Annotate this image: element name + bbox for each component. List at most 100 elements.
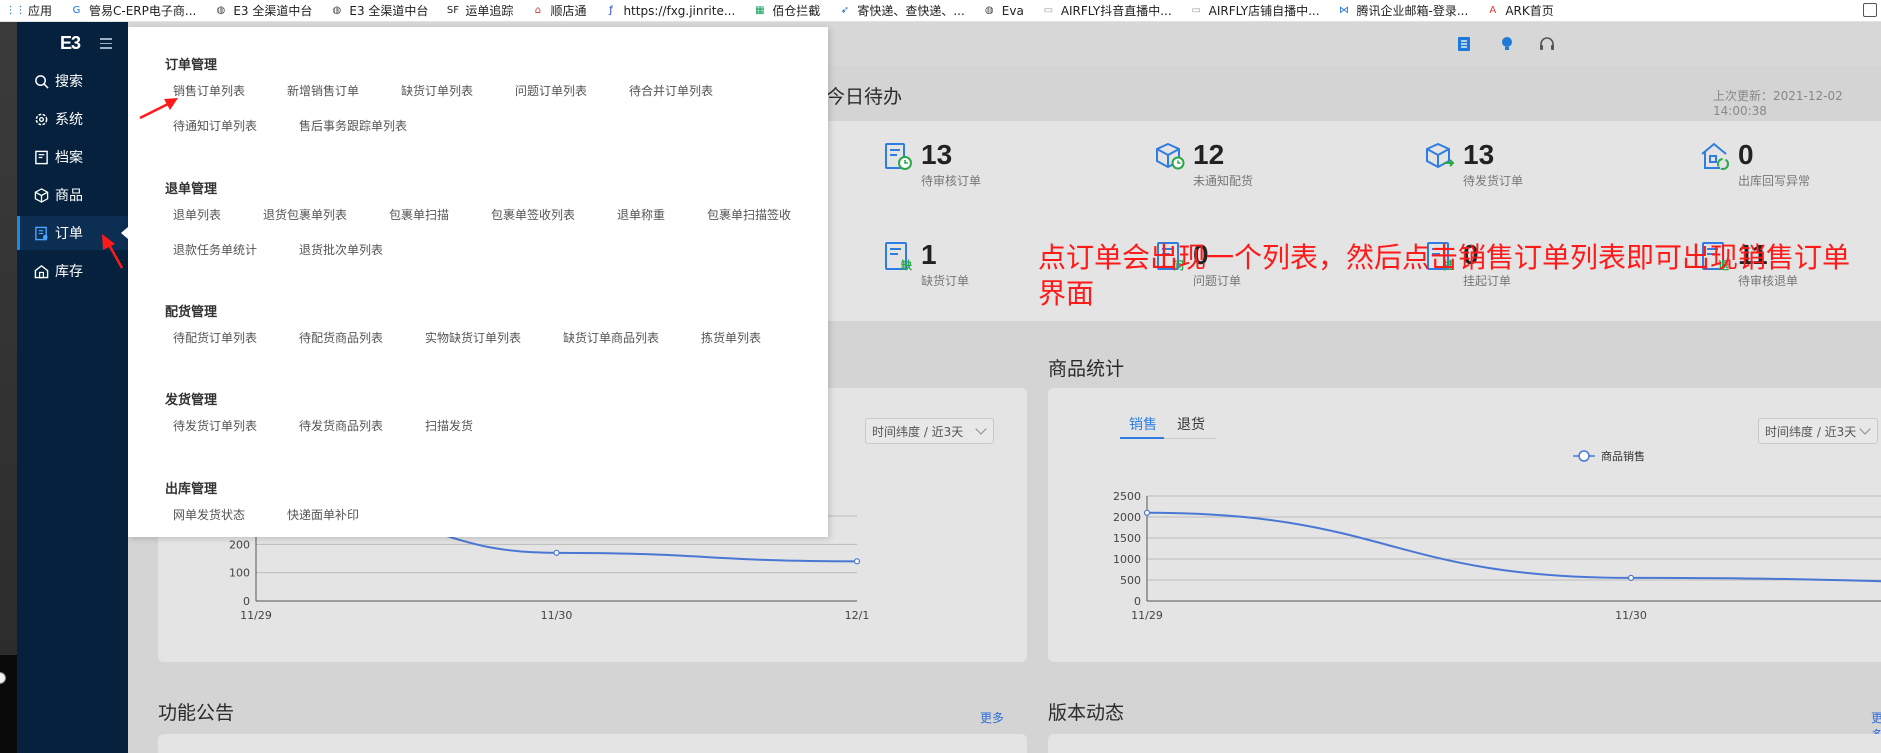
sidebar: E3 搜索系统档案商品订单库存 (17, 22, 128, 753)
todo-outbound-writeback-errors[interactable]: 0 出库回写异常 (1700, 140, 1810, 189)
menu-link[interactable]: 待发货商品列表 (299, 417, 383, 434)
home-icon: ⌂ (534, 4, 542, 16)
todo-unnotified-allocation[interactable]: 12 未通知配货 (1155, 140, 1253, 189)
menu-link[interactable]: 网单发货状态 (173, 506, 245, 523)
todo-label: 出库回写异常 (1738, 174, 1811, 188)
search-icon (33, 73, 49, 89)
svg-text:缺: 缺 (900, 258, 913, 272)
x-tick-label: 11/29 (1131, 609, 1163, 622)
notice-panel (158, 734, 1027, 753)
bookmark-item[interactable]: ⌂ 顺店通 (522, 2, 595, 19)
bookmark-item[interactable]: ◍ E3 全渠道中台 (321, 2, 437, 19)
bookmark-label: 运单追踪 (465, 4, 514, 18)
todo-pending-audit-orders[interactable]: 13 待审核订单 (883, 140, 981, 189)
lightbulb-icon[interactable] (1498, 35, 1516, 53)
bookmark-item[interactable]: ▭ AIRFLY抖音直播中... (1033, 2, 1181, 19)
todo-count: 13 (921, 139, 953, 170)
tencent-mail-icon: ⋈ (1339, 4, 1350, 16)
cube-arrow-icon (1425, 140, 1455, 172)
menu-link[interactable]: 退单称重 (617, 206, 665, 223)
bookmark-item[interactable]: ⋮⋮ 应用 (0, 2, 61, 19)
menu-link[interactable]: 待配货订单列表 (173, 329, 257, 346)
menu-group-title: 退单管理 (165, 182, 218, 197)
reading-list-icon[interactable] (1863, 3, 1877, 17)
bookmark-item[interactable]: A ARK首页 (1477, 2, 1562, 19)
menu-link[interactable]: 退货包裹单列表 (263, 206, 347, 223)
background-window-strip (0, 22, 17, 753)
sidebar-item-search[interactable]: 搜索 (17, 64, 128, 98)
app-logo[interactable]: E3 (60, 33, 81, 54)
collapse-menu-icon[interactable] (100, 38, 112, 49)
menu-group-title: 出库管理 (165, 482, 218, 497)
menu-link[interactable]: 售后事务跟踪单列表 (299, 117, 407, 134)
background-window-strip-lower (0, 655, 17, 753)
todo-label: 待发货订单 (1463, 174, 1524, 188)
menu-link[interactable]: 退款任务单统计 (173, 241, 257, 258)
menu-link[interactable]: 缺货订单商品列表 (563, 329, 659, 346)
menu-link[interactable]: 问题订单列表 (515, 82, 587, 99)
menu-link[interactable]: 拣货单列表 (701, 329, 761, 346)
notebook-icon[interactable] (1455, 35, 1473, 53)
bookmark-item[interactable]: ƒ https://fxg.jinrite... (595, 4, 744, 18)
version-title: 版本动态 (1048, 702, 1125, 724)
sidebar-item-label: 档案 (55, 150, 83, 166)
y-tick-label: 500 (1120, 574, 1141, 587)
menu-link[interactable]: 待发货订单列表 (173, 417, 257, 434)
bookmark-item[interactable]: ◍ E3 全渠道中台 (205, 2, 321, 19)
y-tick-label: 200 (229, 538, 250, 551)
sheet-icon: ▦ (755, 4, 765, 16)
sidebar-item-system[interactable]: 系统 (17, 102, 128, 136)
bookmark-item[interactable]: SF 运单追踪 (437, 2, 522, 19)
bookmark-item[interactable]: ▦ 佰仓拦截 (744, 2, 829, 19)
sidebar-item-label: 搜索 (55, 74, 83, 90)
menu-link-sales-order-list[interactable]: 销售订单列表 (173, 82, 245, 99)
cube-clock-icon (1155, 140, 1185, 172)
series-line (1146, 511, 1881, 583)
order-dropdown-menu: 订单管理 销售订单列表 新增销售订单 缺货订单列表 问题订单列表 待合并订单列表 待通知订单… (128, 27, 828, 537)
menu-link[interactable]: 退货批次单列表 (299, 241, 383, 258)
sidebar-item-goods[interactable]: 商品 (17, 178, 128, 212)
menu-link[interactable]: 快递面单补印 (287, 506, 359, 523)
headset-icon[interactable] (1538, 35, 1556, 53)
menu-link[interactable]: 扫描发货 (425, 417, 473, 434)
data-point (1143, 509, 1151, 516)
todo-label: 未通知配货 (1193, 174, 1254, 188)
todo-pending-shipment-orders[interactable]: 13 待发货订单 (1425, 140, 1523, 189)
menu-link[interactable]: 新增销售订单 (287, 82, 359, 99)
notice-more-link[interactable]: 更多 (980, 709, 1004, 726)
bookmark-label: 腾讯企业邮箱-登录... (1356, 4, 1469, 18)
menu-link[interactable]: 包裹单扫描 (389, 206, 449, 223)
menu-link[interactable]: 退单列表 (173, 206, 221, 223)
warehouse-icon (33, 263, 49, 279)
data-point (553, 549, 560, 556)
menu-link[interactable]: 包裹单签收列表 (491, 206, 575, 223)
sidebar-item-inventory[interactable]: 库存 (17, 254, 128, 288)
bookmark-item[interactable]: ◍ Eva (974, 4, 1033, 18)
globe-icon: ◍ (332, 4, 342, 16)
bookmark-label: https://fxg.jinrite... (623, 3, 736, 18)
ark-logo-icon: A (1489, 4, 1497, 16)
sidebar-item-archive[interactable]: 档案 (17, 140, 128, 174)
menu-link[interactable]: 待配货商品列表 (299, 329, 383, 346)
menu-link[interactable]: 待通知订单列表 (173, 117, 257, 134)
bookmark-label: Eva (1001, 3, 1024, 18)
bookmark-label: E3 全渠道中台 (233, 4, 313, 18)
todo-count: 12 (1193, 139, 1225, 170)
sidebar-item-order[interactable]: 订单 (17, 216, 128, 250)
data-point (853, 558, 861, 565)
menu-link[interactable]: 包裹单扫描签收 (707, 206, 791, 223)
doc-shortage-icon: 缺 (883, 240, 913, 272)
bookmark-item[interactable]: ➶ 寄快递、查快递、... (829, 2, 973, 19)
bookmark-item[interactable]: ⋈ 腾讯企业邮箱-登录... (1329, 2, 1478, 19)
bookmark-label: AIRFLY抖音直播中... (1060, 4, 1172, 18)
menu-link[interactable]: 实物缺货订单列表 (425, 329, 521, 346)
menu-link[interactable]: 待合并订单列表 (629, 82, 713, 99)
bookmark-item[interactable]: ▭ AIRFLY店铺自播中... (1181, 2, 1329, 19)
notice-title: 功能公告 (158, 702, 235, 724)
todo-shortage-orders[interactable]: 缺 1 缺货订单 (883, 240, 969, 289)
data-point (1627, 574, 1635, 581)
menu-link[interactable]: 缺货订单列表 (401, 82, 473, 99)
todo-count: 13 (1463, 139, 1495, 170)
legend-marker (1578, 450, 1590, 462)
bookmark-item[interactable]: G 管易C-ERP电子商... (61, 2, 205, 19)
